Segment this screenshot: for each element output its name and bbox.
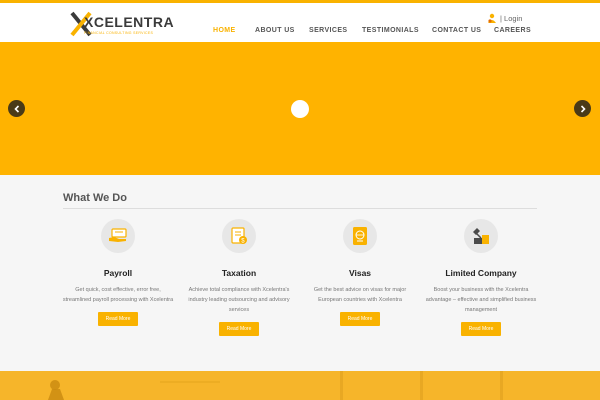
hero-slider [0,42,600,175]
taxation-icon: $ [231,227,247,244]
read-more-button[interactable]: Read More [218,322,260,336]
logo-tagline: FINANCIAL CONSULTING SERVICES [84,31,154,35]
read-more-button[interactable]: Read More [339,312,381,326]
nav-item-testimonials[interactable]: TESTIMONIALS [362,27,419,34]
login-link[interactable]: | Login [487,12,522,24]
slider-prev-button[interactable] [8,100,25,117]
service-card-payroll: Payroll Get quick, cost effective, error… [58,219,178,326]
service-title: Payroll [103,268,133,278]
login-label: | Login [500,13,523,23]
company-icon-circle [464,219,498,253]
nav-item-careers[interactable]: CAREERS [494,27,531,34]
company-icon [473,228,489,244]
taxation-icon-circle: $ [222,219,256,253]
nav-item-services[interactable]: SERVICES [309,27,347,34]
user-icon [488,13,496,23]
service-description: Get the best advice on visas for major E… [313,287,407,303]
logo-text: XCELENTRA [84,14,175,30]
service-title: Limited Company [445,268,517,278]
banner-background-image [0,371,600,400]
section-title: What We Do [63,192,127,204]
nav-item-about-us[interactable]: ABOUT US [255,27,295,34]
service-title: Taxation [221,268,257,278]
service-title: Visas [348,268,372,278]
slider-next-button[interactable] [574,100,591,117]
site-header: XCELENTRA FINANCIAL CONSULTING SERVICES … [0,3,600,42]
service-card-visas: Visas Get the best advice on visas for m… [300,219,420,326]
site-logo[interactable]: XCELENTRA FINANCIAL CONSULTING SERVICES [70,11,174,39]
service-card-taxation: $ Taxation Achieve total compliance with… [179,219,299,336]
chevron-left-icon [13,104,19,113]
nav-item-contact-us[interactable]: CONTACT US [432,27,481,34]
service-description: Achieve total compliance with Xcelentra'… [188,287,290,313]
service-description: Get quick, cost effective, error free, s… [62,287,174,303]
payroll-icon [109,228,127,242]
chevron-right-icon [580,104,586,113]
payroll-icon-circle [101,219,135,253]
service-description: Boost your business with the Xcelentra a… [425,287,537,313]
visas-icon-circle [343,219,377,253]
service-card-limited-company: Limited Company Boost your business with… [421,219,541,336]
section-divider [63,208,537,209]
slider-loading-indicator [291,100,309,118]
read-more-button[interactable]: Read More [97,312,139,326]
passport-icon [353,227,367,245]
nav-item-home[interactable]: HOME [213,27,236,34]
read-more-button[interactable]: Read More [460,322,502,336]
what-we-do-section: What We Do Payroll Get quick, cost effec… [0,175,600,371]
bottom-banner [0,371,600,400]
